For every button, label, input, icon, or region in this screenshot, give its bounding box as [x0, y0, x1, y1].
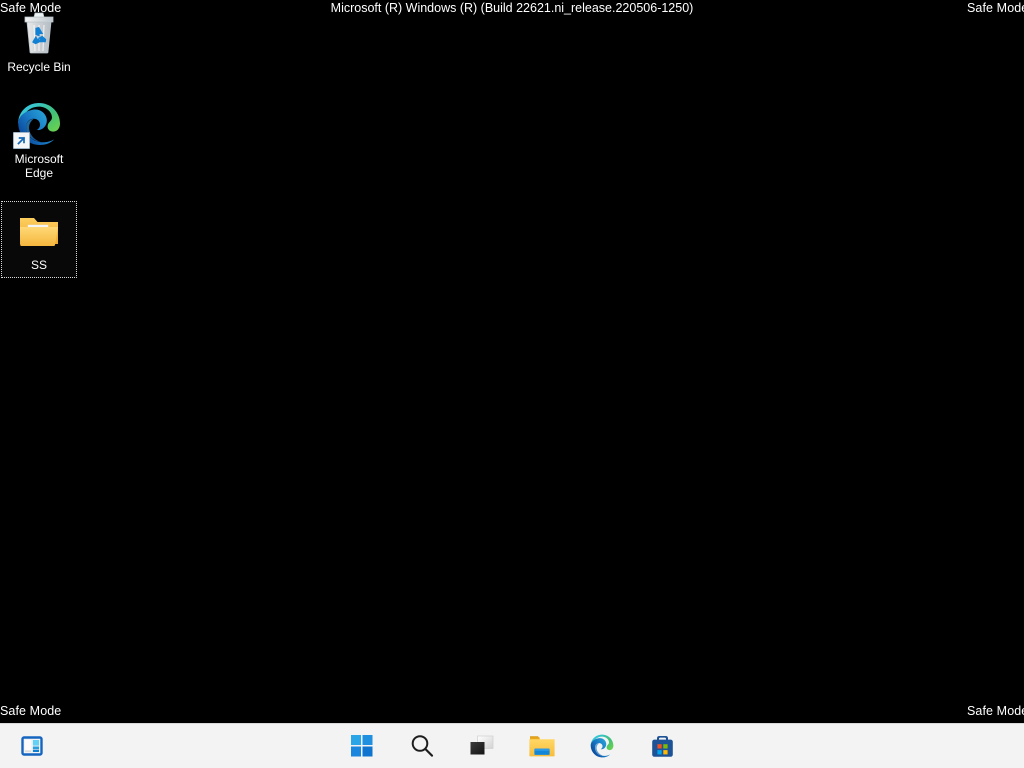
taskbar-button-widgets[interactable]	[12, 726, 52, 766]
taskbar[interactable]	[0, 723, 1024, 768]
safe-mode-watermark-bottom-right: Safe Mode	[967, 704, 1024, 719]
desktop-surface[interactable]: Safe Mode Safe Mode Safe Mode Safe Mode …	[0, 0, 1024, 723]
microsoft-store-icon	[650, 734, 675, 759]
windows-logo-icon	[351, 735, 373, 757]
microsoft-edge-icon	[15, 100, 63, 148]
desktop-icon-ss-folder[interactable]: SS	[1, 201, 77, 278]
taskbar-button-search[interactable]	[402, 726, 442, 766]
windows-build-string: Microsoft (R) Windows (R) (Build 22621.n…	[0, 1, 1024, 16]
desktop-icon-recycle-bin[interactable]: Recycle Bin	[1, 8, 77, 74]
taskbar-button-microsoft-store[interactable]	[642, 726, 682, 766]
taskbar-button-edge[interactable]	[582, 726, 622, 766]
widgets-icon	[20, 734, 44, 758]
desktop-icon-label: Microsoft Edge	[2, 152, 76, 180]
search-icon	[409, 733, 435, 759]
folder-icon	[528, 733, 556, 759]
recycle-bin-icon	[15, 8, 63, 56]
desktop-icon-microsoft-edge[interactable]: Microsoft Edge	[1, 100, 77, 180]
safe-mode-watermark-bottom-left: Safe Mode	[0, 704, 61, 719]
microsoft-edge-icon	[589, 733, 615, 759]
shortcut-overlay-icon	[13, 132, 30, 149]
taskbar-button-task-view[interactable]	[462, 726, 502, 766]
screen: Safe Mode Safe Mode Safe Mode Safe Mode …	[0, 0, 1024, 768]
desktop-icon-label: SS	[2, 258, 76, 272]
task-view-icon	[469, 734, 495, 758]
taskbar-center-section	[0, 724, 1024, 768]
desktop-icon-label: Recycle Bin	[2, 60, 76, 74]
taskbar-left-section	[12, 724, 52, 768]
taskbar-button-file-explorer[interactable]	[522, 726, 562, 766]
taskbar-button-start[interactable]	[342, 726, 382, 766]
folder-icon	[15, 206, 63, 254]
